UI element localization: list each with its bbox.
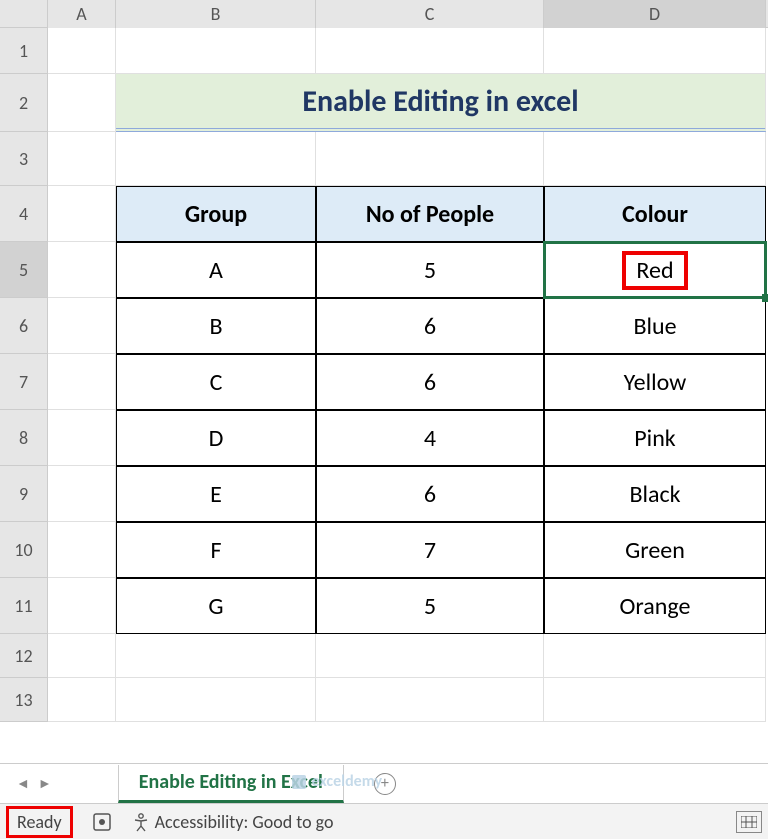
- sheet-tab-bar: ◄ ► Enable Editing in Excel +: [0, 763, 768, 803]
- col-header-d[interactable]: D: [544, 0, 766, 28]
- cell-a1[interactable]: [48, 28, 116, 74]
- cell-a10[interactable]: [48, 522, 116, 578]
- row-header-5[interactable]: 5: [0, 242, 48, 298]
- macro-record-icon[interactable]: [91, 811, 113, 833]
- cell-a8[interactable]: [48, 410, 116, 466]
- col-header-c[interactable]: C: [316, 0, 544, 28]
- row-header-13[interactable]: 13: [0, 678, 48, 722]
- tab-prev-icon[interactable]: ◄: [16, 775, 30, 792]
- cell-d13[interactable]: [544, 678, 766, 722]
- row-header-11[interactable]: 11: [0, 578, 48, 634]
- cell-a6[interactable]: [48, 298, 116, 354]
- cell-c6[interactable]: 6: [316, 298, 544, 354]
- accessibility-label: Accessibility: Good to go: [155, 811, 334, 833]
- row-header-1[interactable]: 1: [0, 28, 48, 74]
- cell-a13[interactable]: [48, 678, 116, 722]
- cell-b5[interactable]: A: [116, 242, 316, 298]
- view-switcher: [736, 811, 762, 833]
- cell-c7[interactable]: 6: [316, 354, 544, 410]
- row-header-9[interactable]: 9: [0, 466, 48, 522]
- fill-handle[interactable]: [762, 294, 768, 302]
- tab-nav: ◄ ►: [0, 775, 68, 792]
- row-header-10[interactable]: 10: [0, 522, 48, 578]
- row-header-3[interactable]: 3: [0, 132, 48, 186]
- cell-d11[interactable]: Orange: [544, 578, 766, 634]
- cell-a12[interactable]: [48, 634, 116, 678]
- cell-b6[interactable]: B: [116, 298, 316, 354]
- cell-a7[interactable]: [48, 354, 116, 410]
- cell-d1[interactable]: [544, 28, 766, 74]
- row-header-2[interactable]: 2: [0, 74, 48, 132]
- cell-b12[interactable]: [116, 634, 316, 678]
- cell-a4[interactable]: [48, 186, 116, 242]
- cell-b10[interactable]: F: [116, 522, 316, 578]
- cell-a9[interactable]: [48, 466, 116, 522]
- cell-c8[interactable]: 4: [316, 410, 544, 466]
- cell-c11[interactable]: 5: [316, 578, 544, 634]
- spreadsheet-grid: A B C D 1 2 Enable Editing in excel 3 4 …: [0, 0, 768, 780]
- cell-b7[interactable]: C: [116, 354, 316, 410]
- cell-a5[interactable]: [48, 242, 116, 298]
- cell-d9[interactable]: Black: [544, 466, 766, 522]
- status-ready: Ready: [6, 806, 73, 838]
- accessibility-status[interactable]: Accessibility: Good to go: [131, 811, 334, 833]
- cell-c1[interactable]: [316, 28, 544, 74]
- cell-c5[interactable]: 5: [316, 242, 544, 298]
- title-cell[interactable]: Enable Editing in excel: [116, 74, 766, 132]
- tab-next-icon[interactable]: ►: [38, 775, 52, 792]
- row-header-7[interactable]: 7: [0, 354, 48, 410]
- cell-a2[interactable]: [48, 74, 116, 132]
- cell-d12[interactable]: [544, 634, 766, 678]
- cell-a3[interactable]: [48, 132, 116, 186]
- cell-d8[interactable]: Pink: [544, 410, 766, 466]
- cell-d3[interactable]: [544, 132, 766, 186]
- cell-d6[interactable]: Blue: [544, 298, 766, 354]
- row-header-6[interactable]: 6: [0, 298, 48, 354]
- cell-c9[interactable]: 6: [316, 466, 544, 522]
- cell-c10[interactable]: 7: [316, 522, 544, 578]
- cell-d5[interactable]: Red: [544, 242, 766, 298]
- normal-view-button[interactable]: [736, 811, 762, 833]
- status-bar: Ready Accessibility: Good to go: [0, 803, 768, 839]
- cell-b9[interactable]: E: [116, 466, 316, 522]
- cell-c12[interactable]: [316, 634, 544, 678]
- cell-b3[interactable]: [116, 132, 316, 186]
- cell-c3[interactable]: [316, 132, 544, 186]
- table-header-colour[interactable]: Colour: [544, 186, 766, 242]
- cell-b8[interactable]: D: [116, 410, 316, 466]
- highlight-box: Red: [622, 251, 687, 290]
- table-header-group[interactable]: Group: [116, 186, 316, 242]
- row-header-4[interactable]: 4: [0, 186, 48, 242]
- table-header-people[interactable]: No of People: [316, 186, 544, 242]
- row-header-12[interactable]: 12: [0, 634, 48, 678]
- cell-c13[interactable]: [316, 678, 544, 722]
- grid-icon: [741, 816, 757, 828]
- col-header-a[interactable]: A: [48, 0, 116, 28]
- plus-icon: +: [381, 774, 389, 793]
- cell-a11[interactable]: [48, 578, 116, 634]
- accessibility-icon: [131, 812, 151, 832]
- select-all-corner[interactable]: [0, 0, 48, 28]
- cell-b13[interactable]: [116, 678, 316, 722]
- cell-d7[interactable]: Yellow: [544, 354, 766, 410]
- col-header-b[interactable]: B: [116, 0, 316, 28]
- cell-d10[interactable]: Green: [544, 522, 766, 578]
- cell-b11[interactable]: G: [116, 578, 316, 634]
- cell-b1[interactable]: [116, 28, 316, 74]
- watermark: exceldemy: [290, 772, 382, 791]
- row-header-8[interactable]: 8: [0, 410, 48, 466]
- column-headers: A B C D: [0, 0, 768, 28]
